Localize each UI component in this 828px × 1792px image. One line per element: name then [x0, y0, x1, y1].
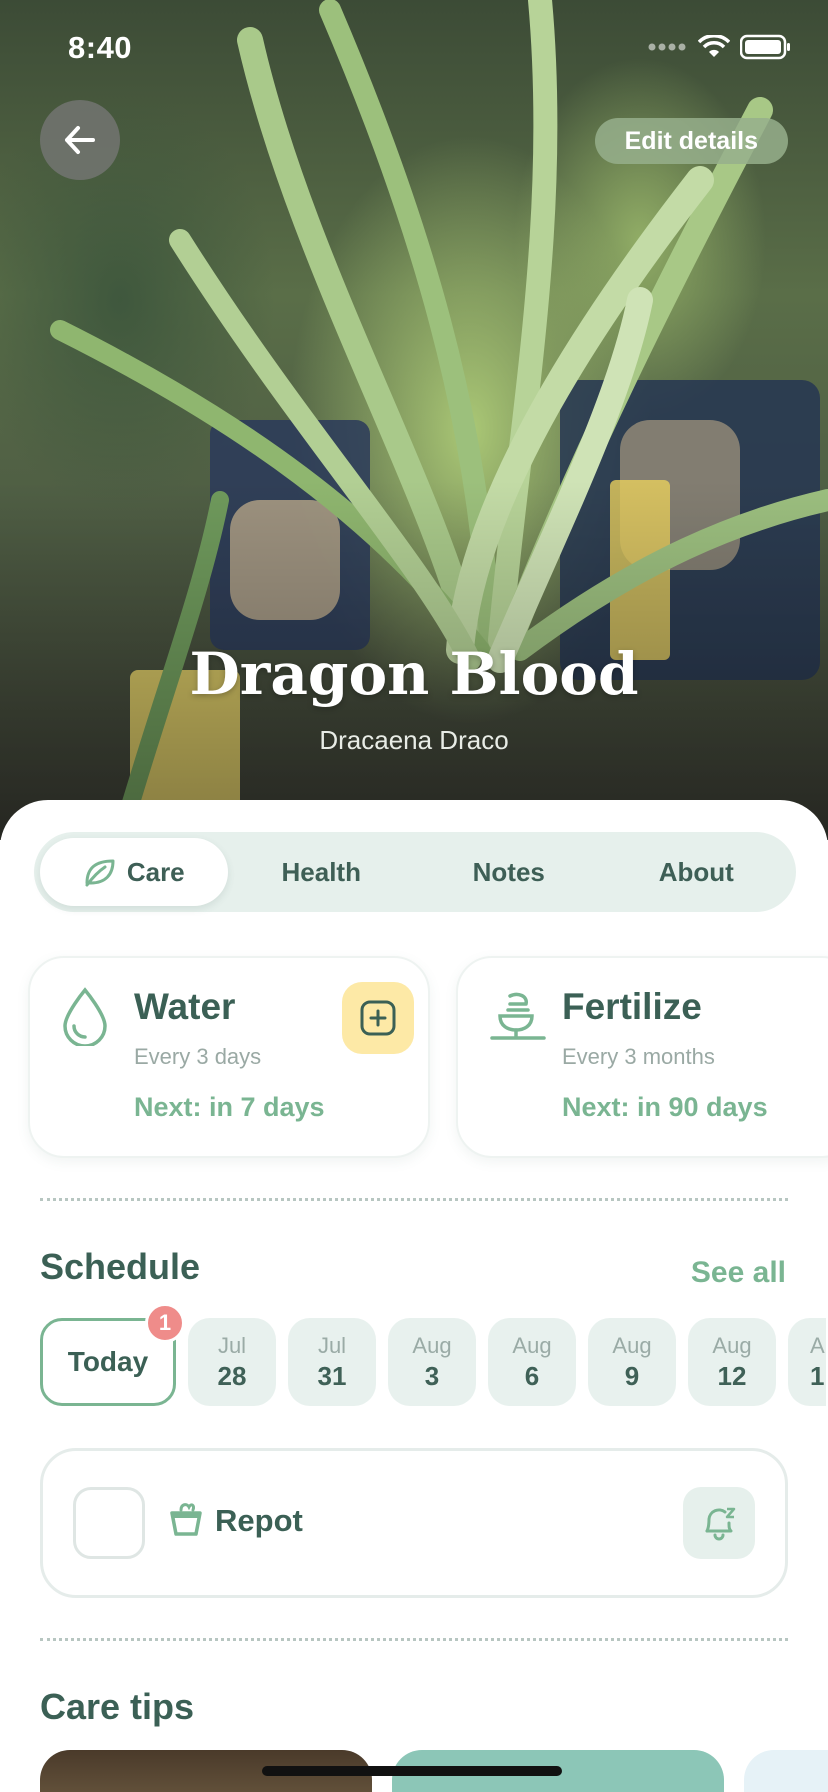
battery-icon — [740, 34, 790, 60]
plant-scientific-name: Dracaena Draco — [319, 725, 509, 755]
date-month: Aug — [512, 1332, 552, 1358]
date-day: 31 — [317, 1360, 347, 1391]
date-month: Aug — [612, 1332, 652, 1358]
date-chip-today[interactable]: Today 1 — [40, 1303, 185, 1406]
signal-icon — [648, 43, 686, 51]
date-day: 3 — [424, 1360, 440, 1391]
date-chip[interactable]: Aug 6 — [488, 1318, 576, 1406]
task-checkbox[interactable] — [73, 1487, 145, 1559]
care-next-water: Next: in 7 days — [134, 1092, 325, 1122]
date-chip[interactable]: Aug 12 — [688, 1318, 776, 1406]
reminder-button[interactable] — [683, 1487, 755, 1559]
tab-care[interactable]: Care — [40, 838, 228, 906]
home-indicator — [262, 1766, 562, 1776]
tab-care-label: Care — [126, 856, 185, 887]
date-day: 1 — [810, 1360, 825, 1391]
care-card-water[interactable]: Water Every 3 days Next: in 7 days — [28, 956, 430, 1158]
date-day: 12 — [717, 1360, 747, 1391]
schedule-title: Schedule — [40, 1246, 201, 1287]
tab-notes-label: Notes — [472, 856, 545, 887]
leaf-icon — [85, 859, 115, 887]
date-month: Jul — [317, 1332, 347, 1358]
edit-details-button[interactable]: Edit details — [594, 118, 788, 164]
date-day: 6 — [524, 1360, 540, 1391]
back-button[interactable] — [40, 100, 120, 180]
water-drop-icon — [63, 987, 107, 1046]
care-card-fertilize[interactable]: Fertilize Every 3 months Next: in 90 day… — [456, 956, 828, 1158]
date-chip[interactable]: Jul 31 — [288, 1318, 376, 1406]
task-label: Repot — [215, 1503, 303, 1538]
date-month: Jul — [217, 1332, 247, 1358]
date-month: Aug — [412, 1332, 452, 1358]
care-next-fertilize: Next: in 90 days — [562, 1092, 768, 1122]
pot-icon — [170, 1503, 202, 1536]
fertilize-icon — [490, 992, 546, 1040]
care-title-water: Water — [134, 986, 236, 1027]
status-icons — [648, 34, 792, 60]
add-log-icon — [360, 1000, 396, 1036]
date-chip[interactable]: Aug 3 — [388, 1318, 476, 1406]
care-title-fertilize: Fertilize — [562, 986, 702, 1027]
date-day: 9 — [624, 1360, 640, 1391]
care-frequency-fertilize: Every 3 months — [562, 1044, 715, 1069]
date-month: Au — [810, 1332, 826, 1358]
status-time: 8:40 — [68, 30, 133, 65]
care-tip-card[interactable] — [744, 1750, 828, 1792]
tab-health[interactable]: Health — [228, 838, 416, 906]
bell-snooze-icon — [705, 1507, 736, 1541]
details-sheet — [0, 800, 828, 1792]
plant-name: Dragon Blood — [189, 640, 639, 708]
task-card-repot[interactable]: Repot — [40, 1448, 788, 1598]
wifi-icon — [698, 35, 730, 57]
date-chip[interactable]: Au1 — [788, 1318, 826, 1406]
task-count-badge: 1 — [145, 1303, 185, 1343]
divider — [40, 1198, 788, 1201]
tab-about-label: About — [658, 856, 734, 887]
date-day: 28 — [217, 1360, 247, 1391]
see-all-link[interactable]: See all — [691, 1256, 786, 1290]
care-frequency-water: Every 3 days — [134, 1044, 262, 1069]
divider — [40, 1638, 788, 1641]
schedule-date-strip: Today 1 Jul 28 Jul 31 Aug 3 Aug 6 Aug 9 Aug 12… — [40, 1303, 826, 1406]
date-chip[interactable]: Aug 9 — [588, 1318, 676, 1406]
today-label: Today — [67, 1346, 149, 1377]
tab-bar: Care Health Notes About — [34, 832, 796, 912]
care-tips-title: Care tips — [40, 1686, 195, 1727]
tab-notes[interactable]: Notes — [415, 838, 603, 906]
tab-health-label: Health — [281, 856, 361, 887]
tab-about[interactable]: About — [603, 838, 791, 906]
date-month: Aug — [712, 1332, 752, 1358]
add-care-log-button[interactable] — [342, 982, 414, 1054]
date-chip[interactable]: Jul 28 — [188, 1318, 276, 1406]
arrow-left-icon — [65, 126, 95, 154]
